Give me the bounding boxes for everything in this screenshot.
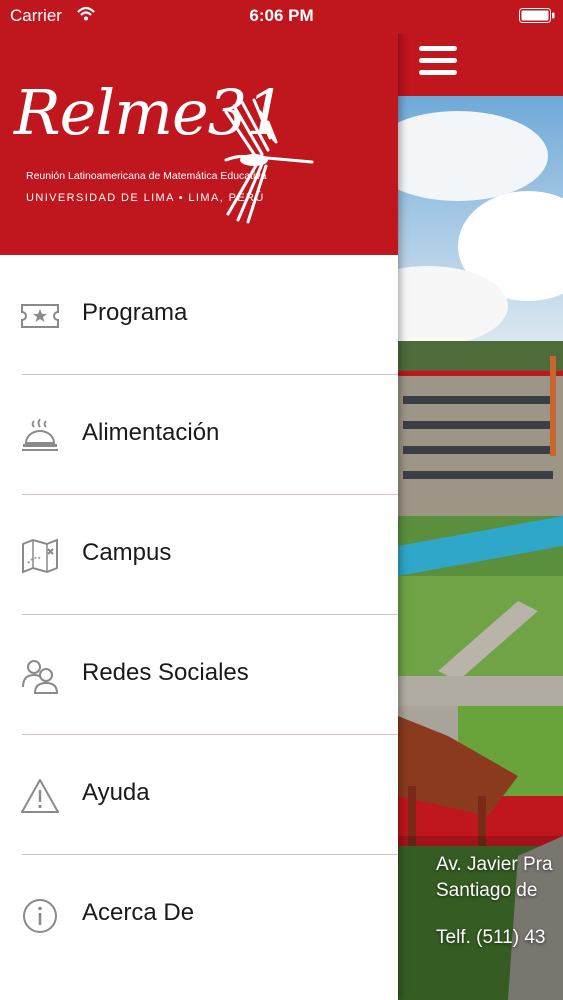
drawer-header: Relme31 Reunión Latinoamericana de Matem…: [0, 0, 398, 255]
nazca-bird-logo-icon: [224, 98, 314, 224]
food-tray-icon: [22, 418, 58, 451]
menu-item-acerca-de[interactable]: Acerca De: [0, 855, 398, 975]
map-icon: [22, 538, 58, 574]
ticket-icon: [21, 304, 59, 328]
menu-item-label: Acerca De: [82, 899, 195, 926]
status-bar: Carrier 6:06 PM: [0, 0, 563, 34]
logo-subtitle-1: Reunión Latinoamericana de Matemática Ed…: [26, 170, 267, 182]
logo-subtitle-2: UNIVERSIDAD DE LIMA • LIMA, PERÚ: [26, 192, 265, 204]
menu-item-redes-sociales[interactable]: Redes Sociales: [0, 615, 398, 735]
warning-icon: [21, 779, 59, 813]
address-line-2: Santiago de: [436, 880, 538, 901]
menu-item-campus[interactable]: Campus: [0, 495, 398, 615]
menu-item-alimentacion[interactable]: Alimentación: [0, 375, 398, 495]
campus-photo: Av. Javier Pra Santiago de Telf. (511) 4…: [398, 96, 563, 1000]
menu-item-ayuda[interactable]: Ayuda: [0, 735, 398, 855]
navigation-drawer: Relme31 Reunión Latinoamericana de Matem…: [0, 0, 398, 1000]
menu-toggle-icon[interactable]: [419, 46, 457, 76]
menu-item-label: Campus: [82, 539, 172, 566]
menu-item-label: Redes Sociales: [82, 659, 249, 686]
menu-item-programa[interactable]: Programa: [0, 255, 398, 375]
menu-item-label: Ayuda: [82, 779, 150, 806]
drawer-menu: Programa Alimentación Campus Redes Socia…: [0, 255, 398, 975]
clock: 6:06 PM: [249, 6, 314, 25]
users-icon: [22, 660, 59, 694]
address-line-1: Av. Javier Pra: [436, 854, 553, 875]
menu-item-label: Alimentación: [82, 419, 220, 446]
menu-item-label: Programa: [82, 299, 188, 326]
phone-number: Telf. (511) 43: [436, 927, 546, 948]
info-icon: [23, 899, 57, 933]
battery-icon: [519, 8, 555, 23]
main-screen: Av. Javier Pra Santiago de Telf. (511) 4…: [398, 0, 563, 1000]
